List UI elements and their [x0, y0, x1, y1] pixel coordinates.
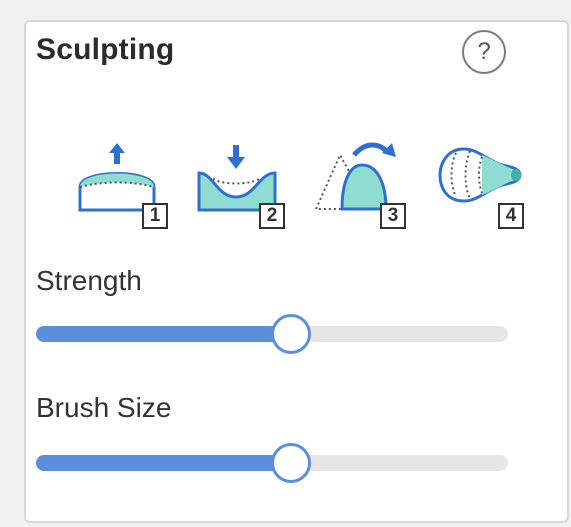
panel-title: Sculpting: [36, 33, 175, 66]
help-button[interactable]: ?: [462, 30, 506, 74]
shortcut-key-badge: 2: [259, 203, 285, 229]
tool-inflate-button[interactable]: 4: [436, 135, 536, 235]
shortcut-key-badge: 4: [498, 203, 524, 229]
strength-slider[interactable]: [36, 314, 508, 354]
brush-size-slider[interactable]: [36, 443, 508, 483]
tool-smooth-button[interactable]: 3: [310, 135, 410, 235]
shortcut-key-badge: 3: [380, 203, 406, 229]
slider-fill: [36, 326, 291, 342]
slider-thumb[interactable]: [270, 314, 311, 354]
shortcut-key-badge: 1: [142, 203, 168, 229]
slider-thumb[interactable]: [270, 443, 311, 483]
tool-lower-button[interactable]: 2: [193, 135, 293, 235]
tool-raise-button[interactable]: 1: [72, 135, 172, 235]
brush-size-label: Brush Size: [36, 392, 172, 423]
slider-fill: [36, 455, 291, 471]
strength-label: Strength: [36, 265, 142, 296]
